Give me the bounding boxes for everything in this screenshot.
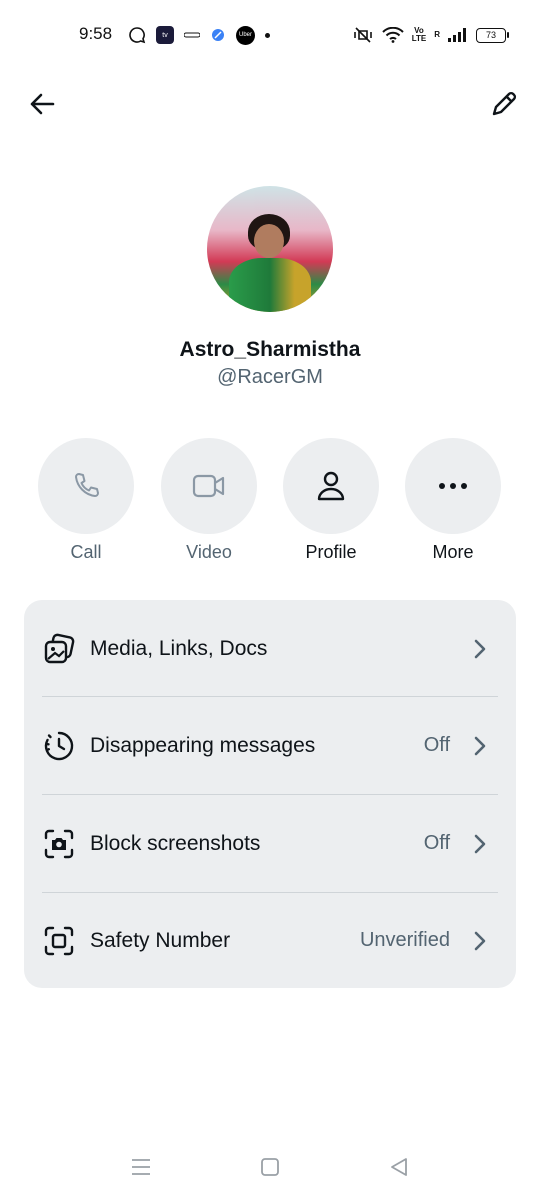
profile-label: Profile <box>305 542 357 562</box>
chevron-right-icon <box>470 832 490 856</box>
block-screenshots-label: Block screenshots <box>90 831 261 855</box>
video-label: Video <box>186 542 232 562</box>
more-label: More <box>432 542 474 562</box>
profile-button[interactable] <box>283 438 379 534</box>
more-button[interactable] <box>405 438 501 534</box>
video-icon <box>192 474 225 498</box>
profile-name: Astro_Sharmistha <box>179 338 361 361</box>
media-links-docs-label: Media, Links, Docs <box>90 636 268 660</box>
profile-action[interactable]: Profile <box>283 438 379 563</box>
block-screenshots-row[interactable]: Block screenshots Off <box>24 795 516 892</box>
uber-icon: Uber <box>236 25 255 45</box>
video-button[interactable] <box>161 438 257 534</box>
back-nav-button[interactable] <box>381 1150 417 1184</box>
call-action[interactable]: Call <box>38 438 134 563</box>
home-button[interactable] <box>252 1150 288 1184</box>
more-action[interactable]: More <box>405 438 501 563</box>
arrow-left-icon <box>30 93 55 115</box>
disappearing-messages-value: Off <box>423 734 450 756</box>
feather-icon <box>210 27 226 43</box>
profile-handle: @RacerGM <box>217 366 323 388</box>
battery-icon: 73 <box>476 27 509 43</box>
more-horizontal-icon <box>439 483 467 489</box>
call-button[interactable] <box>38 438 134 534</box>
timer-icon <box>42 729 76 763</box>
settings-card: Media, Links, Docs Disappearing messages… <box>24 600 516 988</box>
call-label: Call <box>70 542 102 562</box>
video-action[interactable]: Video <box>161 438 257 563</box>
phone-icon <box>75 473 99 497</box>
avatar-body-shape <box>229 258 311 312</box>
media-gallery-icon <box>42 632 76 666</box>
chevron-right-icon <box>470 734 490 758</box>
roaming-icon: R <box>434 30 440 39</box>
recent-apps-button[interactable] <box>123 1150 159 1184</box>
menu-lines-icon <box>132 1159 150 1175</box>
pencil-icon <box>492 91 517 116</box>
disappearing-messages-row[interactable]: Disappearing messages Off <box>24 697 516 794</box>
safety-number-value: Unverified <box>359 929 450 951</box>
safety-number-label: Safety Number <box>90 928 231 952</box>
block-screenshots-value: Off <box>423 832 450 854</box>
oppo-icon <box>184 32 200 38</box>
safety-number-row[interactable]: Safety Number Unverified <box>24 892 516 989</box>
triangle-back-icon <box>391 1158 407 1176</box>
more-notifications-dot-icon <box>265 32 270 38</box>
status-time: 9:58 <box>79 24 113 43</box>
notification-icons: tv Uber <box>128 24 270 46</box>
square-icon <box>261 1158 279 1176</box>
person-icon <box>317 471 345 501</box>
system-icons: Vo LTE R 73 <box>352 24 509 46</box>
avatar[interactable] <box>207 186 333 312</box>
media-links-docs-row[interactable]: Media, Links, Docs <box>24 600 516 697</box>
safety-frame-icon <box>42 924 76 958</box>
avatar-face-shape <box>254 224 284 258</box>
disappearing-messages-label: Disappearing messages <box>90 733 316 757</box>
sony-liv-icon: tv <box>156 26 174 44</box>
camera-frame-icon <box>42 827 76 861</box>
mute-vibrate-icon <box>352 26 374 44</box>
chevron-right-icon <box>470 929 490 953</box>
volte-icon: Vo LTE <box>411 26 427 43</box>
chevron-right-icon <box>470 637 490 661</box>
signal-icon <box>448 28 468 42</box>
back-button[interactable] <box>24 86 60 122</box>
wifi-icon <box>381 27 404 43</box>
chat-bubble-icon <box>128 26 146 44</box>
edit-button[interactable] <box>484 84 524 124</box>
status-bar: 9:58 tv Uber Vo LTE R 73 <box>0 0 540 68</box>
